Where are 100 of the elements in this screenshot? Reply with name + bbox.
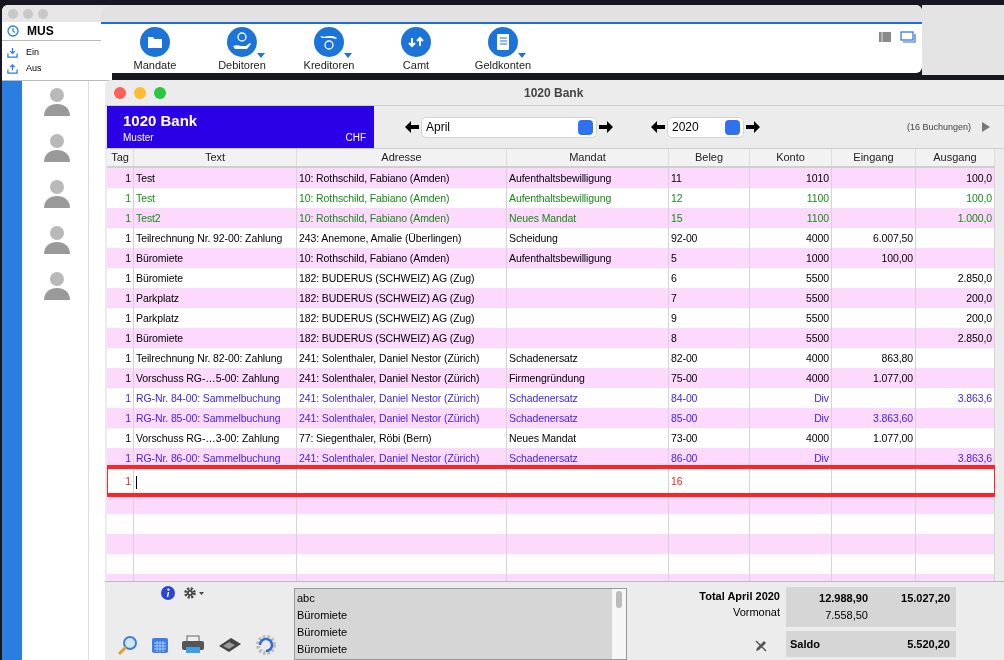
hand-coin-icon (314, 27, 344, 57)
list-item[interactable]: Büromiete (297, 607, 610, 624)
calendar-icon[interactable] (151, 636, 169, 654)
address-cell: 241: Solenthaler, Daniel Nestor (Zürich) (299, 412, 480, 424)
settings-icon[interactable] (183, 586, 205, 600)
day-cell: 1 (125, 272, 131, 284)
total-label: Total April 2020 (699, 590, 780, 602)
receipt-cell: 75-00 (671, 372, 698, 384)
pen-icon[interactable] (754, 638, 768, 653)
mandate-cell: Scheidung (509, 232, 558, 244)
list-item[interactable]: abc (297, 590, 610, 607)
column-header[interactable]: Adresse (297, 149, 507, 166)
download-icon (7, 46, 18, 58)
expense-cell: 100,0 (966, 192, 992, 204)
account-cell: 5500 (806, 272, 829, 284)
address-cell: 10: Rothschild, Fabiano (Amden) (299, 172, 450, 184)
book-icon[interactable] (878, 31, 892, 43)
column-header[interactable]: Konto (750, 149, 832, 166)
expense-cell: 200,0 (966, 312, 992, 324)
day-cell: 1 (125, 252, 131, 264)
receipt-cell: 15 (671, 212, 683, 224)
toolbar-button[interactable]: Geldkonten (473, 27, 533, 71)
info-icon[interactable] (161, 586, 175, 600)
mandate-cell: Schadenersatz (509, 412, 578, 424)
account-code: MUS (27, 24, 54, 38)
day-cell: 1 (125, 432, 131, 444)
column-header[interactable]: Tag (107, 149, 134, 166)
column-header[interactable]: Ausgang (916, 149, 995, 166)
memo-list[interactable]: abc Büromiete Büromiete Büromiete (294, 588, 627, 660)
toolbar-button[interactable]: Camt (386, 27, 446, 71)
receipt-cell: 7 (671, 292, 677, 304)
windows-icon[interactable] (900, 31, 916, 43)
account-cell: Div (814, 452, 829, 464)
address-cell: 182: BUDERUS (SCHWEIZ) AG (Zug) (299, 332, 475, 344)
balance-label: Saldo (790, 638, 820, 650)
expense-cell: 1.000,0 (957, 212, 992, 224)
scrollbar-thumb[interactable] (616, 591, 622, 608)
account-cell: Div (814, 412, 829, 424)
column-header[interactable]: Mandat (507, 149, 669, 166)
stepper-icon (725, 119, 740, 135)
expense-cell: 3.863,6 (957, 392, 992, 404)
day-cell: 1 (125, 392, 131, 404)
search-icon[interactable] (117, 634, 139, 656)
sidebar-item[interactable]: Aus (2, 60, 46, 76)
toolbar-button[interactable]: Mandate (125, 27, 185, 71)
income-cell: 100,00 (881, 252, 913, 264)
month-select[interactable]: April (422, 117, 596, 137)
left-arrow-icon[interactable] (404, 120, 420, 134)
account-cell: 5500 (806, 292, 829, 304)
play-icon[interactable] (981, 122, 990, 132)
list-item[interactable]: Büromiete (297, 641, 610, 658)
text-cell: Büromiete (136, 272, 183, 284)
column-header[interactable]: Beleg (669, 149, 750, 166)
stepper-icon (578, 119, 593, 135)
address-cell: 10: Rothschild, Fabiano (Amden) (299, 252, 450, 264)
text-cell: Test2 (136, 212, 161, 224)
column-header[interactable]: Eingang (832, 149, 916, 166)
currency-label: CHF (345, 132, 366, 143)
income-cell: 1.077,00 (872, 372, 913, 384)
close-button[interactable] (114, 86, 126, 99)
expense-cell: 3.863,6 (957, 452, 992, 464)
address-cell: 182: BUDERUS (SCHWEIZ) AG (Zug) (299, 272, 475, 284)
account-subtitle: Muster (123, 132, 154, 143)
left-arrow-icon[interactable] (650, 120, 666, 134)
gear-refresh-icon[interactable] (255, 634, 277, 656)
receipt-cell: 11 (671, 172, 682, 184)
receipt-cell: 6 (671, 272, 677, 284)
text-cell: Test (136, 172, 155, 184)
sidebar-item[interactable]: Ein (2, 44, 43, 60)
mandate-cell: Schadenersatz (509, 392, 578, 404)
income-total: 12.988,90 (818, 591, 868, 606)
account-cell: 1000 (806, 252, 829, 264)
text-cell: RG-Nr. 85-00: Sammelbuchung (136, 412, 281, 424)
right-arrow-icon[interactable] (598, 120, 614, 134)
text-cell: Test (136, 192, 155, 204)
mandate-cell: Neues Mandat (509, 212, 577, 224)
expense-cell: 2.850,0 (957, 272, 992, 284)
booking-count: (16 Buchungen) (906, 122, 971, 132)
receipt-cell: 86-00 (671, 452, 698, 464)
toolbar-button[interactable]: Kreditoren (299, 27, 359, 71)
mandate-cell: Schadenersatz (509, 452, 578, 464)
text-cursor[interactable] (136, 475, 137, 489)
column-header[interactable]: Text (134, 149, 297, 166)
receipt-cell: 82-00 (671, 352, 698, 364)
list-item[interactable]: Büromiete (297, 624, 610, 641)
text-cell: Parkplatz (136, 292, 179, 304)
mandate-cell: Schadenersatz (509, 352, 578, 364)
expense-cell: 2.850,0 (957, 332, 992, 344)
right-arrow-icon[interactable] (745, 120, 761, 134)
zoom-button[interactable] (154, 86, 166, 99)
printer-icon[interactable] (181, 635, 205, 655)
year-select[interactable]: 2020 (668, 117, 743, 137)
mandate-cell: Aufenthaltsbewilligung (509, 172, 612, 184)
mandate-cell: Neues Mandat (509, 432, 577, 444)
account-cell: 4000 (806, 232, 829, 244)
text-cell: Vorschuss RG-…3-00: Zahlung (136, 432, 280, 444)
toolbar-button[interactable]: Debitoren (212, 27, 272, 71)
ledger-icon (488, 27, 518, 57)
income-cell: 863,80 (881, 352, 913, 364)
folder-icon (140, 27, 170, 57)
